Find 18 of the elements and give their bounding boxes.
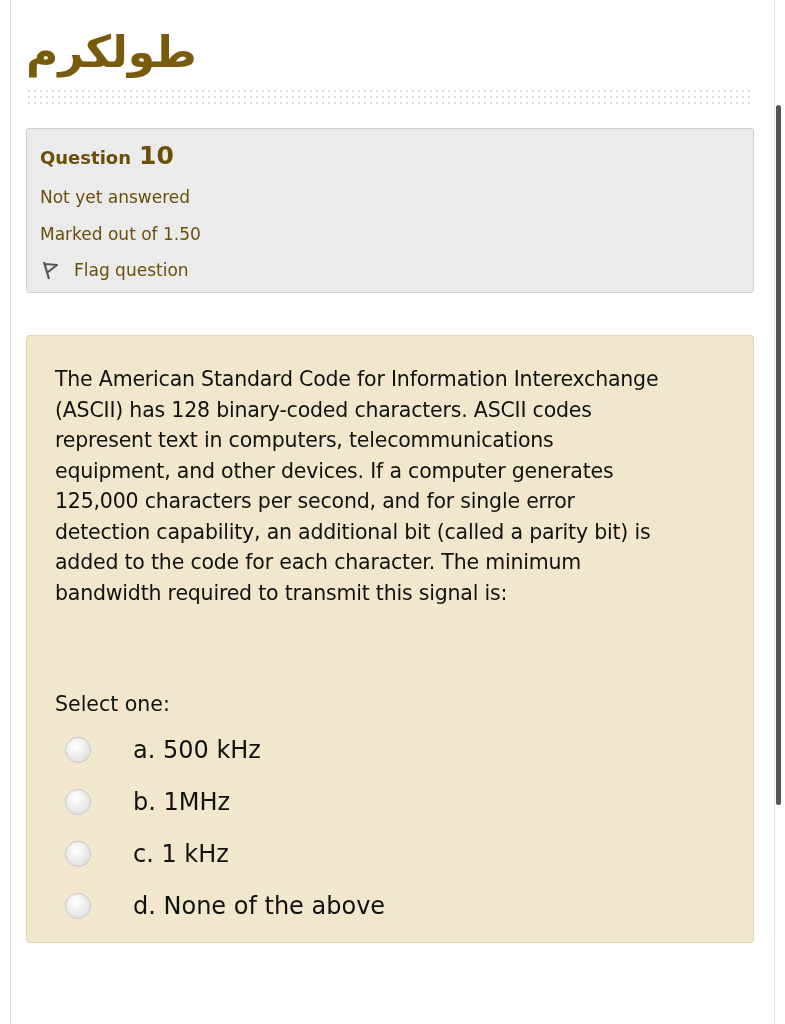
question-number: 10 [139, 141, 174, 170]
answer-status: Not yet answered [40, 187, 192, 207]
radio-button[interactable] [65, 737, 91, 763]
flag-question-link[interactable]: Flag question [74, 260, 189, 280]
option-label[interactable]: b. 1MHz [133, 788, 231, 816]
option-label[interactable]: d. None of the above [133, 892, 386, 920]
radio-button[interactable] [65, 789, 91, 815]
site-title: طولكرم [26, 25, 198, 80]
flag-icon[interactable] [40, 260, 60, 280]
radio-button[interactable] [65, 893, 91, 919]
question-label: Question [40, 147, 131, 168]
option-label[interactable]: c. 1 kHz [133, 840, 229, 868]
select-prompt: Select one: [55, 692, 171, 716]
marks-text: Marked out of 1.50 [40, 224, 202, 244]
question-text: The American Standard Code for Information Interexchange (ASCII) has 128 binary-coded characters. ASCII codes represent text in computers, telecommunications equipment, and other devices. If a computer generates 125,000 characters per second, and for single error detection capability, an additional bit (called a parity bit) is added to the code for each character. The minimum bandwidth required to transmit this signal is: [55, 366, 660, 607]
radio-button[interactable] [65, 841, 91, 867]
option-label[interactable]: a. 500 kHz [133, 736, 261, 764]
scrollbar[interactable] [776, 105, 781, 805]
